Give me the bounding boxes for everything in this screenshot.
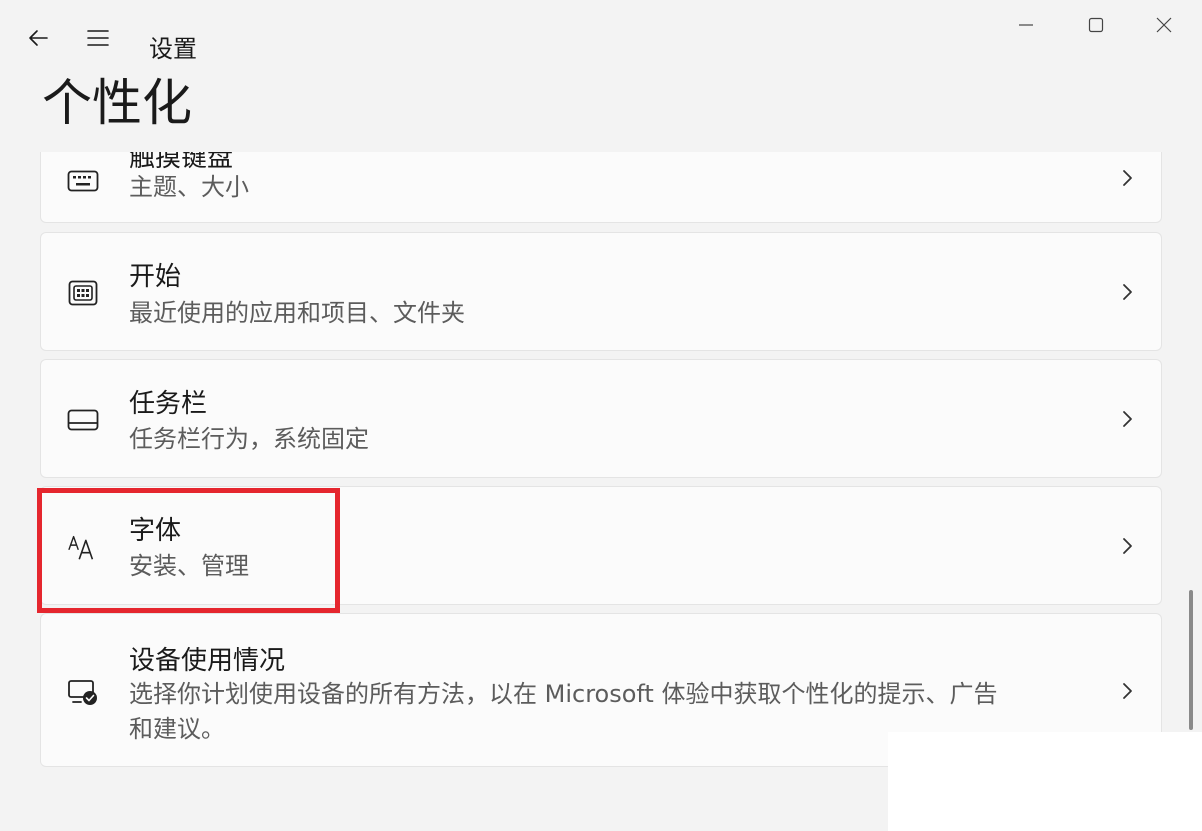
chevron-right-icon bbox=[1115, 534, 1139, 558]
font-icon bbox=[67, 531, 99, 563]
back-arrow-icon bbox=[29, 30, 48, 46]
hamburger-icon bbox=[87, 30, 109, 46]
setting-item-description: 安装、管理 bbox=[129, 552, 249, 580]
close-button[interactable] bbox=[1146, 8, 1182, 42]
setting-item-title: 任务栏 bbox=[129, 389, 208, 419]
maximize-button[interactable] bbox=[1078, 8, 1114, 42]
setting-item-taskbar[interactable]: 任务栏 任务栏行为，系统固定 bbox=[40, 359, 1162, 478]
setting-item-touch-keyboard[interactable]: 触摸键盘 主题、大小 bbox=[40, 152, 1162, 223]
setting-item-description: 任务栏行为，系统固定 bbox=[129, 425, 369, 453]
close-icon bbox=[1156, 17, 1172, 33]
back-button[interactable] bbox=[20, 20, 56, 56]
setting-item-title: 设备使用情况 bbox=[129, 646, 286, 676]
page-title: 个性化 bbox=[42, 74, 192, 132]
minimize-icon bbox=[1019, 24, 1033, 26]
chevron-right-icon bbox=[1115, 166, 1139, 190]
chevron-right-icon bbox=[1115, 679, 1139, 703]
settings-list: 触摸键盘 主题、大小 开始 最近使用的应用和项目、文件夹 任务栏 任务栏行为，系… bbox=[0, 152, 1202, 831]
device-usage-icon bbox=[67, 677, 99, 709]
setting-item-description-line2: 和建议。 bbox=[129, 715, 225, 743]
setting-item-start[interactable]: 开始 最近使用的应用和项目、文件夹 bbox=[40, 232, 1162, 351]
setting-item-description-line1: 选择你计划使用设备的所有方法，以在 Microsoft 体验中获取个性化的提示、… bbox=[129, 680, 998, 708]
scrollbar-thumb[interactable] bbox=[1189, 590, 1193, 730]
setting-item-description: 主题、大小 bbox=[129, 173, 249, 201]
maximize-icon bbox=[1088, 17, 1104, 33]
minimize-button[interactable] bbox=[1008, 8, 1044, 42]
chevron-right-icon bbox=[1115, 280, 1139, 304]
setting-item-title: 字体 bbox=[129, 516, 182, 546]
title-bar: 设置 bbox=[0, 0, 1202, 70]
app-title: 设置 bbox=[149, 35, 197, 63]
settings-window: 设置 个性化 触摸键盘 主题、大小 开始 最近使用的应用和项目、文件夹 任务栏 … bbox=[0, 0, 1202, 831]
navigation-menu-button[interactable] bbox=[80, 20, 116, 56]
setting-item-description: 最近使用的应用和项目、文件夹 bbox=[129, 299, 465, 327]
setting-item-fonts[interactable]: 字体 安装、管理 bbox=[40, 486, 1162, 605]
chevron-right-icon bbox=[1115, 407, 1139, 431]
taskbar-icon bbox=[67, 404, 99, 436]
blank-area bbox=[888, 732, 1202, 831]
setting-item-title: 开始 bbox=[129, 262, 182, 292]
start-icon bbox=[67, 277, 99, 309]
keyboard-icon bbox=[67, 165, 99, 197]
